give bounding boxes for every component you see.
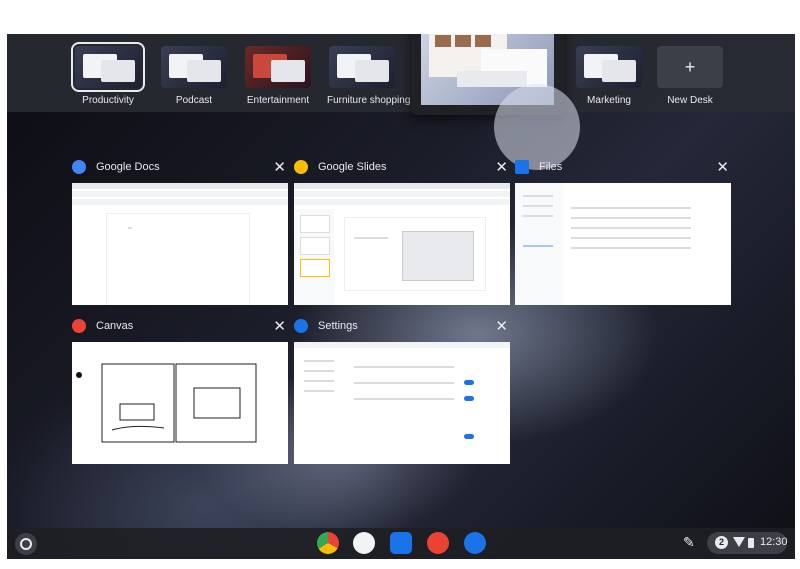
chrome-icon[interactable] [317,532,339,554]
clock: 12:30 [760,536,788,548]
window-canvas[interactable]: Canvas ✕ [72,317,288,464]
desk-productivity[interactable]: Productivity [71,42,145,106]
wifi-icon [733,537,745,547]
notification-count: 2 [715,536,728,549]
settings-icon[interactable] [464,532,486,554]
window-title: Files [539,161,563,173]
files-icon [515,160,529,174]
window-title: Canvas [96,320,134,332]
play-store-icon[interactable] [353,532,375,554]
window-settings[interactable]: Settings ✕ [294,317,510,464]
window-title: Google Slides [318,161,387,173]
close-icon[interactable]: ✕ [273,158,286,176]
window-files[interactable]: Files ✕ [515,158,731,305]
canvas-icon[interactable] [427,532,449,554]
desk-preview [245,46,311,88]
files-icon[interactable] [390,532,412,554]
window-preview [294,183,510,305]
overview-screen: Productivity Podcast Entertainment Furni… [7,34,795,559]
window-google-slides[interactable]: Google Slides ✕ [294,158,510,305]
desk-preview [71,42,145,92]
window-preview [72,342,288,464]
window-title: Google Docs [96,161,160,173]
new-desk-label: New Desk [667,95,713,106]
google-slides-icon [294,160,308,174]
window-preview [294,342,510,464]
google-docs-icon [72,160,86,174]
desk-label: Productivity [82,95,134,106]
close-icon[interactable]: ✕ [495,317,508,335]
desk-entertainment[interactable]: Entertainment [243,46,313,106]
desk-podcast[interactable]: Podcast [159,46,229,106]
plus-icon: + [684,56,696,77]
canvas-icon [72,319,86,333]
close-icon[interactable]: ✕ [495,158,508,176]
desk-preview [161,46,227,88]
status-area[interactable]: 2 12:30 [707,532,788,554]
desk-preview [329,46,395,88]
stylus-icon[interactable]: ✎ [683,534,695,551]
desk-label: Marketing [587,95,631,106]
desk-label: Podcast [175,95,213,106]
close-icon[interactable]: ✕ [716,158,729,176]
new-desk-button[interactable]: + [657,46,723,88]
window-title: Settings [318,320,358,332]
desk-preview [576,46,642,88]
window-google-docs[interactable]: Google Docs ✕ [72,158,288,305]
settings-icon [294,319,308,333]
window-preview [515,183,731,305]
desk-label: Entertainment [246,95,310,106]
shelf: ✎ 2 12:30 [7,528,795,559]
battery-icon [748,538,754,548]
desks-bar: Productivity Podcast Entertainment Furni… [7,34,795,112]
launcher-button[interactable] [15,533,37,555]
launcher-icon [20,538,32,550]
desk-furniture-shopping[interactable]: Furniture shopping [327,46,411,106]
close-icon[interactable]: ✕ [273,317,286,335]
window-preview [72,183,288,305]
desk-marketing[interactable]: Marketing [574,46,644,106]
desk-label: Furniture shopping [327,95,411,106]
